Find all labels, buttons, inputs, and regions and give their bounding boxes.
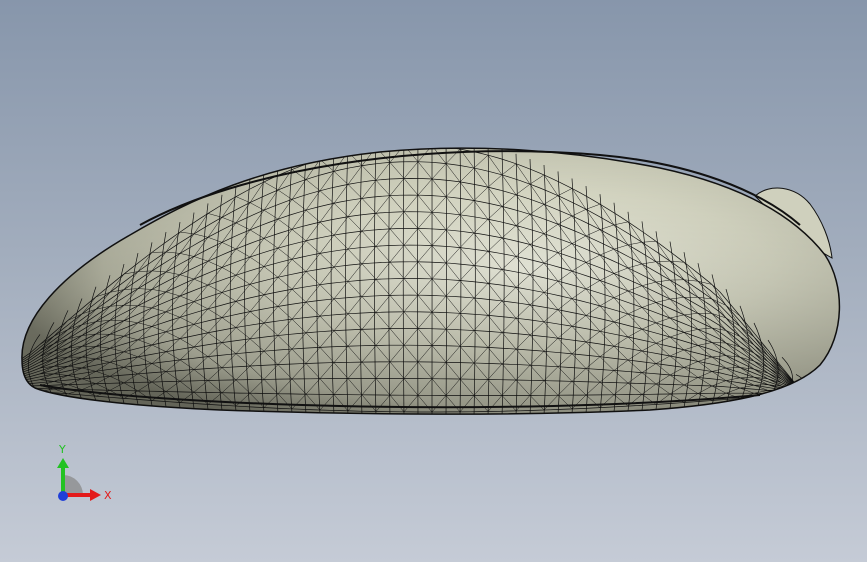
mesh-line (837, 403, 840, 408)
mesh-line (809, 391, 825, 394)
mesh-line (823, 396, 839, 401)
mesh-line (795, 391, 811, 394)
mesh-line (809, 393, 825, 399)
mesh-line (837, 397, 840, 403)
y-axis-label: Y (58, 443, 66, 456)
mesh-line (823, 394, 839, 397)
mesh-line (809, 383, 822, 399)
mesh-line (837, 399, 840, 405)
mesh-line (795, 391, 811, 394)
mesh-line (823, 397, 839, 402)
mesh-line (781, 392, 797, 394)
mesh-line (809, 393, 825, 400)
mesh-line (781, 389, 797, 393)
mesh-line (837, 388, 840, 392)
mesh-line (795, 388, 811, 394)
mesh-line (837, 396, 840, 400)
mesh-line (781, 393, 797, 395)
graphics-viewport[interactable]: Y X (0, 0, 867, 562)
mesh-line (795, 386, 811, 394)
mesh-line (809, 393, 825, 396)
mesh-line (837, 399, 840, 403)
mesh-line (823, 395, 839, 397)
mesh-line (837, 401, 840, 405)
mesh-line (795, 390, 811, 394)
mesh-line (767, 393, 783, 397)
mesh-line (795, 390, 811, 394)
x-axis-label: X (104, 489, 112, 502)
mesh-line (809, 393, 825, 396)
mesh-line (795, 387, 811, 394)
mesh-line (823, 388, 837, 397)
mesh-line (837, 392, 840, 395)
z-axis-origin (58, 491, 68, 501)
mesh-line (809, 393, 825, 398)
mesh-line (809, 393, 825, 397)
mesh-line (823, 396, 839, 402)
mesh-line (809, 393, 825, 397)
mesh-line (837, 401, 840, 408)
x-axis-arrow (90, 489, 101, 501)
mesh-line (809, 393, 825, 399)
mesh-line (795, 392, 811, 395)
mesh-line (823, 390, 839, 393)
mesh-line (837, 397, 840, 400)
mesh-line (795, 384, 811, 395)
mesh-line (837, 403, 840, 410)
mesh-line (823, 393, 839, 395)
mesh-line (809, 392, 825, 395)
axis-triad: Y X (57, 443, 112, 502)
mouse-shell-model[interactable] (0, 0, 867, 562)
mesh-line (823, 396, 839, 399)
mesh-line (837, 394, 840, 397)
mesh-line (823, 396, 839, 401)
mesh-line (837, 391, 840, 394)
mesh-line (795, 385, 811, 394)
y-axis-arrow (57, 458, 69, 468)
mesh-line (823, 395, 839, 399)
mesh-line (823, 397, 839, 404)
mesh-line (795, 387, 811, 394)
mesh-line (809, 393, 825, 395)
mesh-line (795, 386, 811, 394)
mesh-line (837, 393, 840, 396)
mesh-line (795, 388, 811, 394)
mesh-line (781, 389, 797, 392)
mesh-line (809, 393, 825, 398)
mesh-line (823, 398, 839, 404)
mesh-line (795, 385, 811, 395)
